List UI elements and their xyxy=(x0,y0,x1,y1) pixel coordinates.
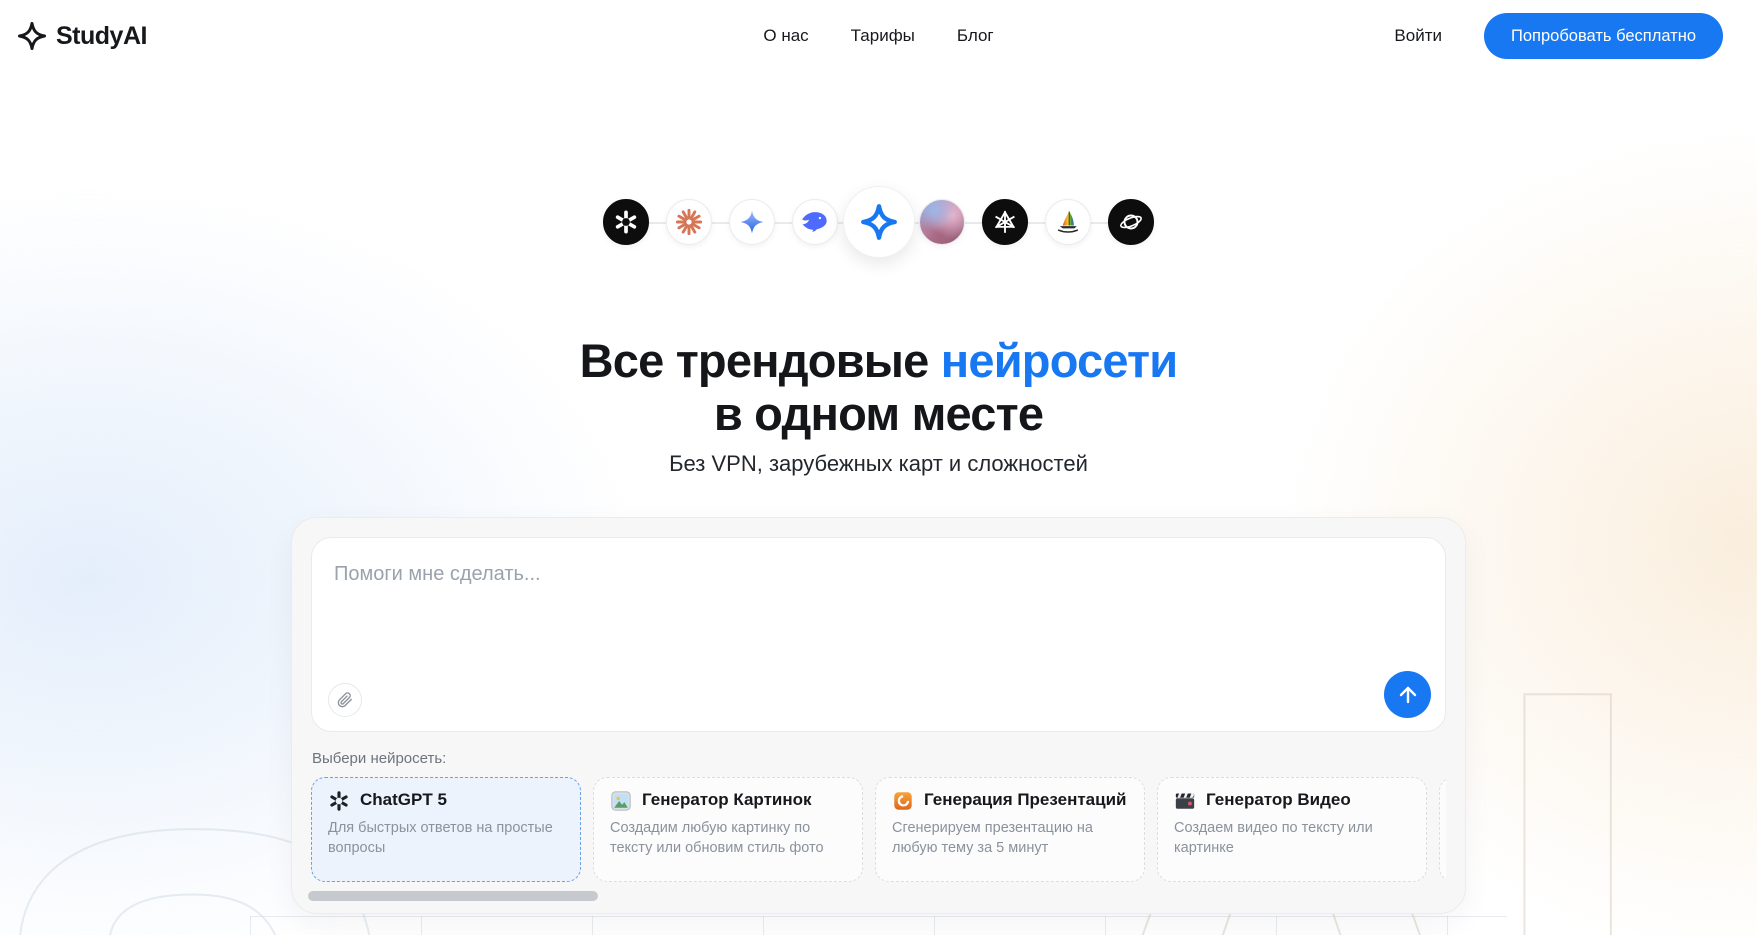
cards-scrollbar-track xyxy=(311,891,1446,901)
geometric-star-icon xyxy=(982,199,1028,245)
gemini-icon xyxy=(729,199,775,245)
nav-blog[interactable]: Блог xyxy=(957,26,994,46)
deepseek-icon xyxy=(792,199,838,245)
video-clapper-icon xyxy=(1174,790,1196,812)
composer xyxy=(311,537,1446,732)
page-title: Все трендовые нейросети в одном месте xyxy=(0,334,1757,440)
header: StudyAI О нас Тарифы Блог Войти Попробов… xyxy=(0,0,1757,72)
title-line2: в одном месте xyxy=(714,387,1043,440)
presentation-icon xyxy=(892,790,914,812)
models-label: Выбери нейросеть: xyxy=(312,750,1446,767)
model-card-title: Генератор Видео xyxy=(1206,790,1351,811)
nav-pricing[interactable]: Тарифы xyxy=(851,26,915,46)
model-card-description: Создаем видео по тексту или картинке xyxy=(1174,819,1410,858)
model-card-description: Создадим любую картинку по тексту или об… xyxy=(610,819,846,858)
model-card-chatgpt[interactable]: ChatGPT 5 Для быстрых ответов на простые… xyxy=(311,777,581,882)
model-card-partial[interactable] xyxy=(1439,777,1446,882)
openai-small-icon xyxy=(328,790,350,812)
model-card-description: Сгенерируем презентацию на любую тему за… xyxy=(892,819,1128,858)
model-card-images[interactable]: Генератор Картинок Создадим любую картин… xyxy=(593,777,863,882)
try-free-button[interactable]: Попробовать бесплатно xyxy=(1484,13,1723,59)
model-card-title: Генератор Картинок xyxy=(642,790,812,811)
studyai-star-icon xyxy=(16,20,48,52)
cards-scrollbar-thumb[interactable] xyxy=(308,891,598,901)
logo[interactable]: StudyAI xyxy=(16,20,147,52)
title-accent: нейросети xyxy=(941,334,1178,387)
model-card-title: ChatGPT 5 xyxy=(360,790,447,811)
model-card-title: Генерация Презентаций xyxy=(924,790,1126,811)
saturn-ring-icon xyxy=(1108,199,1154,245)
main-nav: О нас Тарифы Блог xyxy=(763,26,993,46)
midjourney-sailboat-icon xyxy=(1045,199,1091,245)
send-button[interactable] xyxy=(1384,671,1431,718)
login-link[interactable]: Войти xyxy=(1394,26,1442,46)
model-cards-row: ChatGPT 5 Для быстрых ответов на простые… xyxy=(311,777,1446,882)
page-subtitle: Без VPN, зарубежных карт и сложностей xyxy=(0,451,1757,477)
title-black: Все трендовые xyxy=(580,334,929,387)
arrow-up-icon xyxy=(1396,683,1420,707)
paperclip-icon xyxy=(337,692,353,708)
nav-about[interactable]: О нас xyxy=(763,26,808,46)
openai-icon xyxy=(603,199,649,245)
prompt-panel: Выбери нейросеть: ChatGPT 5 Для быстрых … xyxy=(291,517,1466,914)
image-icon xyxy=(610,790,632,812)
model-card-presentations[interactable]: Генерация Презентаций Сгенерируем презен… xyxy=(875,777,1145,882)
photo-model-icon xyxy=(919,199,965,245)
prompt-input[interactable] xyxy=(312,538,1445,668)
attach-file-button[interactable] xyxy=(328,683,362,717)
claude-icon xyxy=(666,199,712,245)
studyai-center-icon xyxy=(843,186,915,258)
model-card-description: Для быстрых ответов на простые вопросы xyxy=(328,819,564,858)
ai-models-strip xyxy=(0,186,1757,258)
brand-name: StudyAI xyxy=(56,22,147,51)
background-grid xyxy=(250,916,1507,935)
model-card-video[interactable]: Генератор Видео Создаем видео по тексту … xyxy=(1157,777,1427,882)
